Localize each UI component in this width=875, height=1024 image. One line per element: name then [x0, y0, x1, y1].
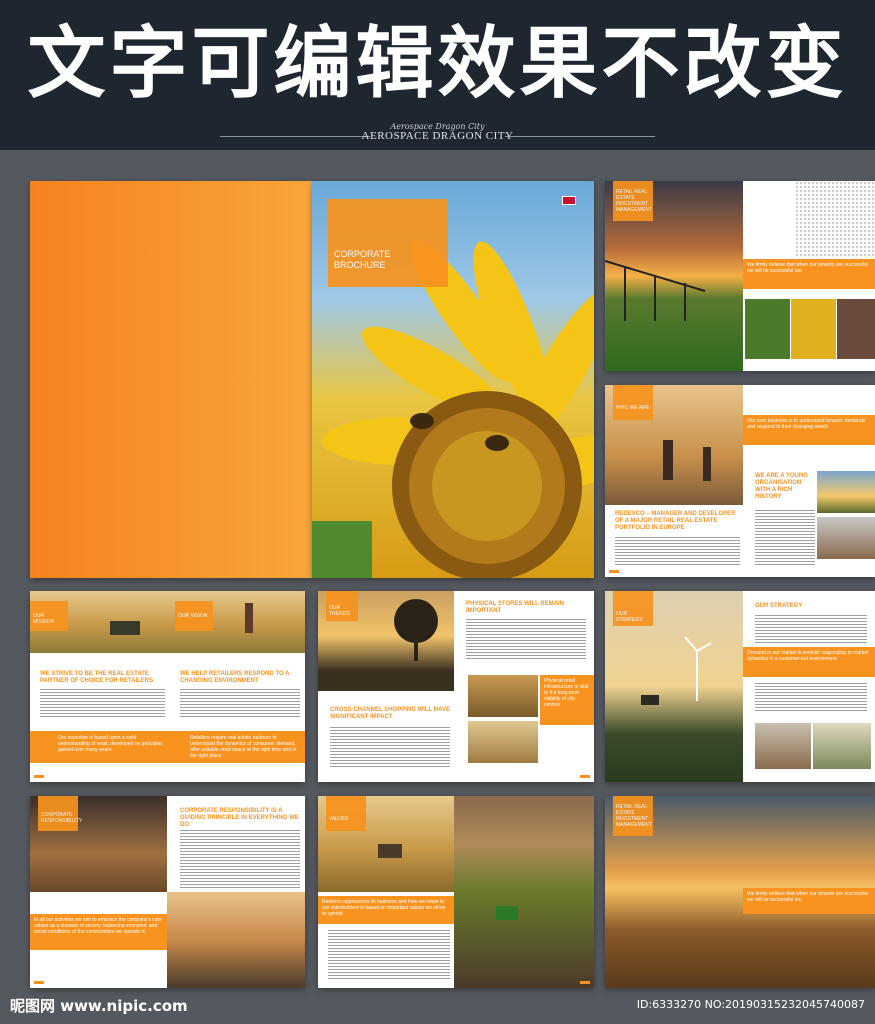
- field-sunset-photo: [817, 471, 875, 513]
- back-tag-box: RETAIL REAL ESTATE INVESTMENT MANAGEMENT: [613, 796, 653, 836]
- mission-quote-1: Our expertise is based upon a solid unde…: [58, 735, 163, 753]
- values-body: [328, 930, 450, 980]
- flag-icon: [562, 196, 576, 205]
- mission-body-2: [180, 689, 300, 719]
- mission-quote-2: Retailers require real estate partners t…: [190, 735, 297, 759]
- header-banner: 文字可编辑效果不改变 Aerospace Dragon City AEROSPA…: [0, 0, 875, 150]
- who-body-2: [755, 510, 815, 565]
- page-values: VALUES Redevco approaches its business a…: [318, 796, 594, 988]
- trends-heading-2: CROSS-CHANNEL SHOPPING WILL HAVE SIGNIFI…: [330, 707, 451, 720]
- page-intro: RETAIL REAL ESTATE INVESTMENT MANAGEMENT…: [605, 181, 875, 371]
- page-back-cover: RETAIL REAL ESTATE INVESTMENT MANAGEMENT…: [605, 796, 875, 988]
- who-heading-2: WE ARE A YOUNG ORGANISATION WITH A RICH …: [755, 473, 808, 500]
- who-tag-box: WHO WE ARE: [613, 385, 653, 420]
- back-tag: RETAIL REAL ESTATE INVESTMENT MANAGEMENT: [616, 804, 652, 828]
- strategy-body-1: [755, 615, 867, 645]
- strategy-heading: OUR STRATEGY: [755, 603, 803, 609]
- values-tag-box: VALUES: [326, 796, 366, 831]
- cover-title-box: CORPORATE BROCHURE: [328, 199, 448, 287]
- europe-map: [795, 181, 875, 256]
- mission-tag-box: OUR MISSION: [30, 601, 68, 631]
- page-number-marker: [580, 981, 590, 984]
- page-strategy: OUR STRATEGY OUR STRATEGY Demand in our …: [605, 591, 875, 782]
- harvest-photo: [30, 591, 305, 653]
- csr-tag: CORPORATE RESPONSIBILITY: [41, 812, 83, 824]
- csr-body: [180, 830, 300, 888]
- cover-title: CORPORATE BROCHURE: [334, 249, 391, 270]
- tractor-photo: [817, 517, 875, 559]
- mission-heading-1: WE STRIVE TO BE THE REAL ESTATE PARTNER …: [40, 671, 154, 684]
- page-mission: OUR MISSION OUR VISION WE STRIVE TO BE T…: [30, 591, 305, 782]
- who-body-1: [615, 537, 740, 567]
- page-number-marker: [34, 775, 44, 778]
- sunflower-closeup-photo: [791, 299, 836, 359]
- trends-body-2: [330, 727, 450, 767]
- page-trends: OUR TRENDS PHYSICAL STORES WILL REMAIN I…: [318, 591, 594, 782]
- trends-tag-box: OUR TRENDS: [326, 591, 358, 621]
- who-quote: Our core business is to understand tenan…: [743, 415, 875, 445]
- watermark-site: 昵图网 www.nipic.com: [10, 997, 188, 1015]
- vegetables-photo: [745, 299, 790, 359]
- page-number-marker: [580, 775, 590, 778]
- logo-name: AEROSPACE DRAGON CITY: [361, 130, 514, 142]
- csr-tag-box: CORPORATE RESPONSIBILITY: [38, 796, 83, 831]
- banner-title: 文字可编辑效果不改变: [27, 19, 848, 109]
- trends-quote: Physical retail infrastructure is vital …: [540, 675, 594, 725]
- green-tractor-photo: [454, 796, 594, 988]
- strategy-tag: OUR STRATEGY: [616, 611, 643, 623]
- tractor-field-photo: [468, 675, 538, 717]
- mission-body-1: [40, 689, 165, 719]
- trends-body-1: [466, 619, 586, 659]
- cover-front-page: CORPORATE BROCHURE: [312, 181, 594, 578]
- cow-photo: [837, 299, 875, 359]
- csr-quote: In all our activities we aim to embrace …: [30, 914, 167, 950]
- intro-tag-box: RETAIL REAL ESTATE INVESTMENT MANAGEMENT: [613, 181, 653, 221]
- farmer-tablet-photo: [167, 892, 305, 988]
- mission-tag-2: OUR VISION: [178, 613, 208, 619]
- tractor-red-photo: [755, 723, 811, 769]
- mission-quote-bar: Our expertise is based upon a solid unde…: [30, 731, 305, 763]
- cover-back-page: [30, 181, 312, 578]
- watermark-id: ID:6333270 NO:20190315232045740087: [636, 998, 865, 1011]
- trends-tag: OUR TRENDS: [329, 605, 350, 617]
- back-quote: We firmly believe that when our tenants …: [743, 888, 875, 914]
- watermark-bar: 昵图网 www.nipic.com ID:6333270 NO:20190315…: [0, 992, 875, 1024]
- csr-heading: CORPORATE RESPONSIBILITY IS A GUIDING PR…: [180, 808, 299, 828]
- strategy-quote: Demand in our market is twofold: respond…: [743, 647, 875, 677]
- strategy-body-2: [755, 683, 867, 713]
- values-tag: VALUES: [329, 816, 349, 822]
- page-who-we-are: WHO WE ARE Our core business is to under…: [605, 385, 875, 577]
- intro-tag: RETAIL REAL ESTATE INVESTMENT MANAGEMENT: [616, 189, 652, 213]
- mission-heading-2: WE HELP RETAILERS RESPOND TO A CHANGING …: [180, 671, 290, 684]
- page-number-marker: [34, 981, 44, 984]
- mission-tag-1: OUR MISSION: [33, 613, 55, 625]
- page-number-marker: [609, 570, 619, 573]
- intro-quote: We firmly believe that when our tenants …: [743, 259, 875, 289]
- page-csr: CORPORATE RESPONSIBILITY CORPORATE RESPO…: [30, 796, 305, 988]
- windmills-photo: [813, 723, 871, 769]
- values-quote: Redevco approaches its business and how …: [318, 896, 454, 924]
- strategy-tag-box: OUR STRATEGY: [613, 591, 653, 626]
- who-heading-1: REDEVCO – MANAGER AND DEVELOPER OF A MAJ…: [615, 511, 736, 531]
- farmer-child-photo: [468, 721, 538, 763]
- who-tag: WHO WE ARE: [616, 405, 650, 411]
- trends-heading-1: PHYSICAL STORES WILL REMAIN IMPORTANT: [466, 601, 565, 614]
- vision-tag-box: OUR VISION: [175, 601, 213, 631]
